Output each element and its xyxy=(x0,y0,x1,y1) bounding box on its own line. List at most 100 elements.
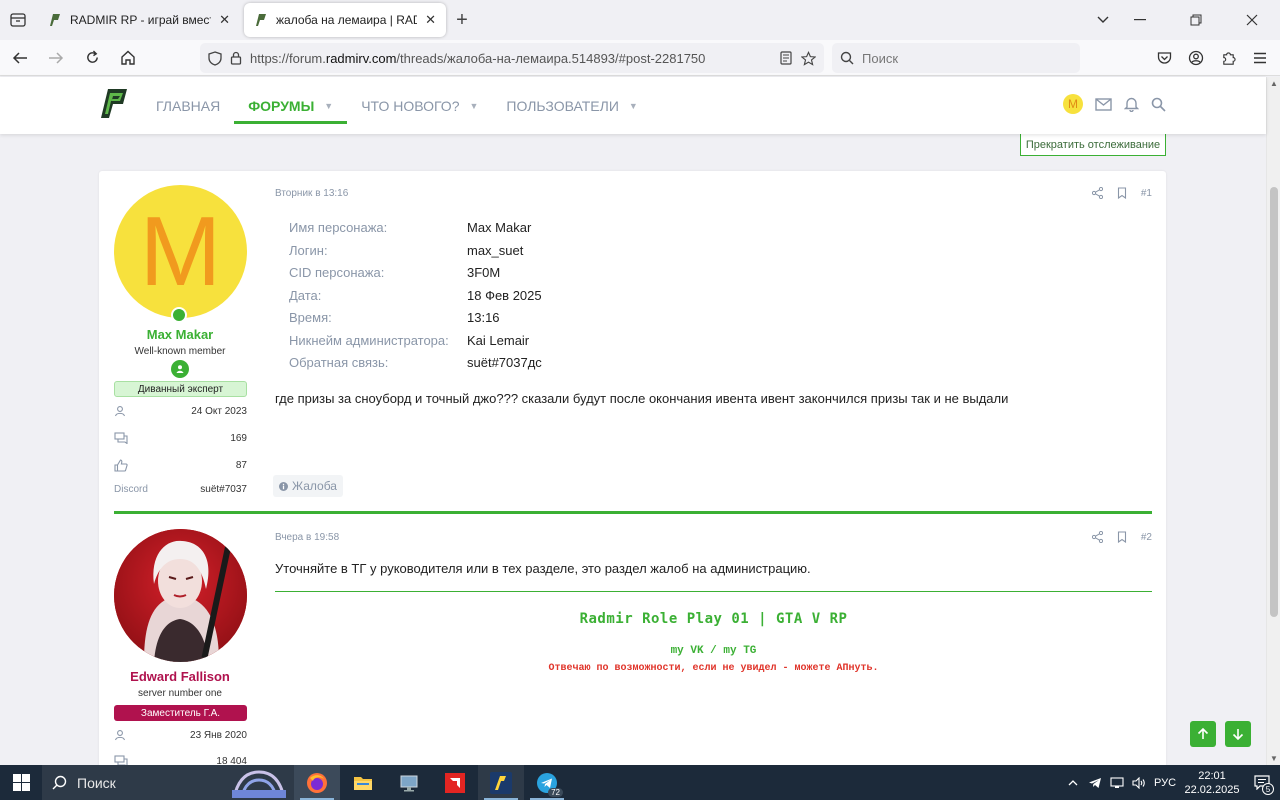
caret-down-icon[interactable]: ▼ xyxy=(324,101,333,111)
folder-icon xyxy=(354,777,372,790)
field-label: CID персонажа: xyxy=(289,265,385,280)
taskbar-clock[interactable]: 22:01 22.02.2025 xyxy=(1180,769,1244,797)
field-label: Имя персонажа: xyxy=(289,220,388,235)
post-number[interactable]: #2 xyxy=(1141,532,1152,543)
stat-messages: 169 xyxy=(114,430,247,446)
address-bar[interactable]: https://forum.radmirv.com/threads/жалоба… xyxy=(200,43,824,73)
shield-icon[interactable] xyxy=(208,50,222,66)
taskbar-explorer[interactable] xyxy=(340,765,386,800)
account-icon[interactable] xyxy=(1180,43,1212,73)
taskbar-telegram[interactable]: 72 xyxy=(524,765,570,800)
stat-discord: Discord suёt#7037 xyxy=(114,481,247,497)
field-label: Дата: xyxy=(289,288,322,303)
field-cid: CID персонажа: 3F0M xyxy=(289,265,500,280)
page-scrollbar[interactable]: ▲ ▼ xyxy=(1266,77,1280,765)
tab-title: жалоба на лемаира | RADMIR xyxy=(276,13,417,27)
radmir-launcher-icon xyxy=(490,771,512,794)
bell-icon[interactable] xyxy=(1124,96,1139,112)
field-label: Никнейм администратора: xyxy=(289,333,449,348)
notifications-icon[interactable]: 5 xyxy=(1244,765,1280,800)
nav-forums[interactable]: ФОРУМЫ ▼ xyxy=(234,77,348,134)
verified-user-icon xyxy=(171,360,189,378)
pocket-icon[interactable] xyxy=(1148,43,1180,73)
post-date[interactable]: Вторник в 13:16 xyxy=(275,188,348,199)
post-number[interactable]: #1 xyxy=(1141,188,1152,199)
taskbar-radmir-launcher[interactable] xyxy=(478,765,524,800)
forward-icon[interactable] xyxy=(40,43,72,73)
user-avatar-small[interactable]: M xyxy=(1063,94,1083,114)
network-icon[interactable] xyxy=(1106,776,1128,789)
search-icon[interactable] xyxy=(1151,97,1166,112)
bookmark-icon[interactable] xyxy=(1117,531,1127,543)
nav-whats-new[interactable]: ЧТО НОВОГО? ▼ xyxy=(347,77,492,134)
url-host: radmirv.com xyxy=(325,50,397,66)
caret-down-icon[interactable]: ▼ xyxy=(470,101,479,111)
menu-icon[interactable] xyxy=(1244,43,1276,73)
tray-telegram-icon[interactable] xyxy=(1084,777,1106,789)
mail-icon[interactable] xyxy=(1095,97,1112,111)
lock-icon[interactable] xyxy=(230,51,242,65)
post-divider xyxy=(114,511,1152,514)
avatar-letter: M xyxy=(114,185,247,318)
scroll-up-button[interactable] xyxy=(1190,721,1216,747)
minimize-icon[interactable] xyxy=(1112,0,1168,40)
extensions-icon[interactable] xyxy=(1212,43,1244,73)
taskbar-firefox[interactable] xyxy=(294,765,340,800)
caret-down-icon[interactable]: ▼ xyxy=(629,101,638,111)
stat-value: 18 404 xyxy=(216,755,247,766)
username[interactable]: Max Makar xyxy=(99,327,261,342)
start-button[interactable] xyxy=(0,765,42,800)
main-nav: ГЛАВНАЯ ФОРУМЫ ▼ ЧТО НОВОГО? ▼ ПОЛЬЗОВАТ… xyxy=(142,77,652,134)
close-icon[interactable]: ✕ xyxy=(219,12,230,28)
share-icon[interactable] xyxy=(1091,187,1103,199)
taskbar-search[interactable]: Поиск xyxy=(42,765,294,800)
search-box[interactable]: Поиск xyxy=(832,43,1080,73)
username[interactable]: Edward Fallison xyxy=(99,669,261,684)
nav-home[interactable]: ГЛАВНАЯ xyxy=(142,77,234,134)
close-window-icon[interactable] xyxy=(1224,0,1280,40)
back-icon[interactable] xyxy=(4,43,36,73)
user-title: Well-known member xyxy=(134,346,226,357)
avatar[interactable]: M xyxy=(114,185,247,318)
scrollbar-thumb[interactable] xyxy=(1270,187,1278,617)
user-icon xyxy=(114,406,126,417)
post-date[interactable]: Вчера в 19:58 xyxy=(275,532,339,543)
close-icon[interactable]: ✕ xyxy=(425,12,436,28)
bookmark-star-icon[interactable] xyxy=(801,50,816,66)
reload-icon[interactable] xyxy=(76,43,108,73)
tab-complaint[interactable]: жалоба на лемаира | RADMIR ✕ xyxy=(244,3,446,37)
tag-complaint[interactable]: Жалоба xyxy=(273,475,343,497)
like-icon xyxy=(114,458,128,472)
restore-icon[interactable] xyxy=(1168,0,1224,40)
taskbar-amd[interactable] xyxy=(432,765,478,800)
tray-chevron-up-icon[interactable] xyxy=(1062,779,1084,786)
post-actions: #2 xyxy=(1091,531,1152,543)
share-icon[interactable] xyxy=(1091,531,1103,543)
reader-view-icon[interactable] xyxy=(779,51,793,65)
avatar[interactable] xyxy=(114,529,247,662)
nav-members[interactable]: ПОЛЬЗОВАТЕЛИ ▼ xyxy=(492,77,651,134)
unwatch-button[interactable]: Прекратить отслеживание xyxy=(1020,134,1166,156)
field-value: 3F0M xyxy=(467,265,501,280)
post: Edward Fallison server number one Замест… xyxy=(99,517,1166,765)
tab-list-icon[interactable] xyxy=(0,0,36,40)
scroll-down-button[interactable] xyxy=(1225,721,1251,747)
url-text: https://forum.radmirv.com/threads/жалоба… xyxy=(250,51,771,66)
volume-icon[interactable] xyxy=(1128,776,1150,789)
url-path: /threads/жалоба-на-лемаира.514893/#post-… xyxy=(396,50,706,66)
scroll-arrow-up-icon[interactable]: ▲ xyxy=(1270,79,1278,88)
radmir-logo[interactable] xyxy=(99,87,129,119)
bookmark-icon[interactable] xyxy=(1117,187,1127,199)
stat-joined: 23 Янв 2020 xyxy=(114,727,247,743)
amd-icon xyxy=(445,772,465,793)
field-label: Обратная связь: xyxy=(289,355,389,370)
new-tab-icon[interactable]: + xyxy=(448,6,476,34)
field-admin-nickname: Никнейм администратора: Kai Lemair xyxy=(289,333,529,348)
tab-radmir-rp[interactable]: RADMIR RP - играй вместе со ✕ xyxy=(38,3,240,37)
signature-links[interactable]: my VK / my TG xyxy=(275,645,1152,657)
language-indicator[interactable]: РУС xyxy=(1150,777,1180,789)
taskbar-control-panel[interactable] xyxy=(386,765,432,800)
windows-taskbar: Поиск 72 РУС 22:01 22.02.2025 5 xyxy=(0,765,1280,800)
home-icon[interactable] xyxy=(112,43,144,73)
scroll-arrow-down-icon[interactable]: ▼ xyxy=(1270,754,1278,763)
